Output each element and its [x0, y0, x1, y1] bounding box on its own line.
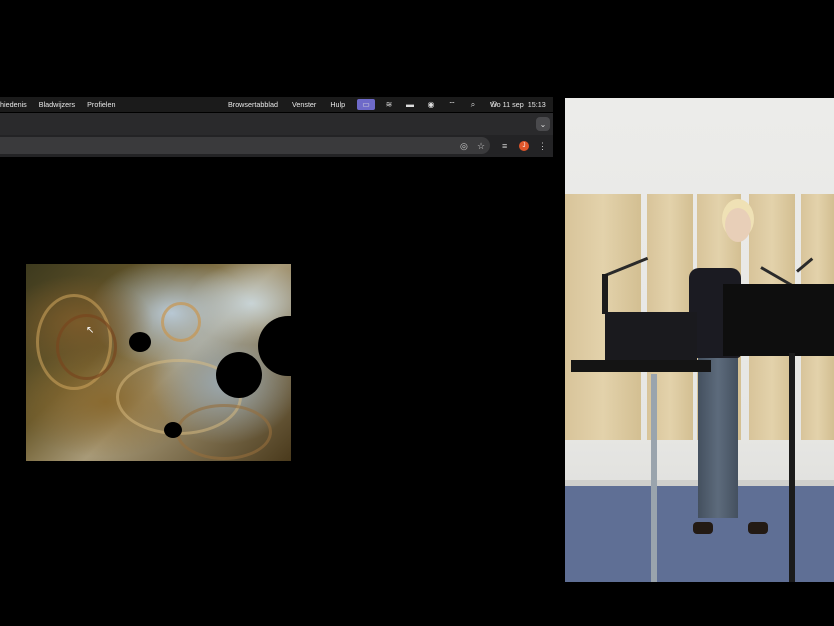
clock-date: Wo 11 sep [490, 100, 524, 109]
artwork-image [26, 264, 291, 461]
stack-icon[interactable]: ≋ [382, 99, 396, 110]
address-bar[interactable] [0, 137, 490, 154]
eye-icon[interactable]: ◎ [460, 140, 468, 152]
media-icon[interactable]: ≡ [502, 140, 507, 152]
wifi-icon[interactable]: ⌔ [445, 99, 459, 110]
battery-icon[interactable]: ▬ [403, 99, 417, 110]
screen-share-icon[interactable]: ▭ [357, 99, 375, 110]
menu-help[interactable]: Hulp [330, 100, 345, 109]
mouse-cursor-icon: ↖ [86, 325, 95, 336]
app-menu-right: Browsertabblad Venster Hulp [228, 100, 345, 109]
menu-window[interactable]: Venster [292, 100, 316, 109]
clock-time: 15:13 [527, 100, 546, 109]
menubar-clock[interactable]: Wo 11 sep 15:13 [490, 100, 546, 109]
record-icon[interactable]: ◉ [424, 99, 438, 110]
chevron-down-icon[interactable]: ⌄ [536, 117, 550, 131]
browser-toolbar: ◎ ☆ ≡ ⋮ [0, 135, 553, 157]
search-icon[interactable]: ⌕ [466, 99, 480, 110]
menu-profiles[interactable]: Profielen [87, 100, 115, 109]
app-menu: hiedenis Bladwijzers Profielen [0, 100, 116, 109]
menu-bookmarks[interactable]: Bladwijzers [39, 100, 75, 109]
tab-strip: ⌄ [0, 113, 553, 135]
profile-avatar[interactable]: J [519, 141, 529, 151]
status-tray: ▭ ≋ ▬ ◉ ⌔ ⌕ ⚇ [357, 97, 508, 112]
menu-browser-tab[interactable]: Browsertabblad [228, 100, 278, 109]
star-icon[interactable]: ☆ [477, 140, 485, 152]
menu-history[interactable]: hiedenis [0, 100, 27, 109]
more-icon[interactable]: ⋮ [538, 140, 547, 152]
menu-bar: hiedenis Bladwijzers Profielen Browserta… [0, 97, 553, 112]
performer-video [565, 98, 834, 582]
